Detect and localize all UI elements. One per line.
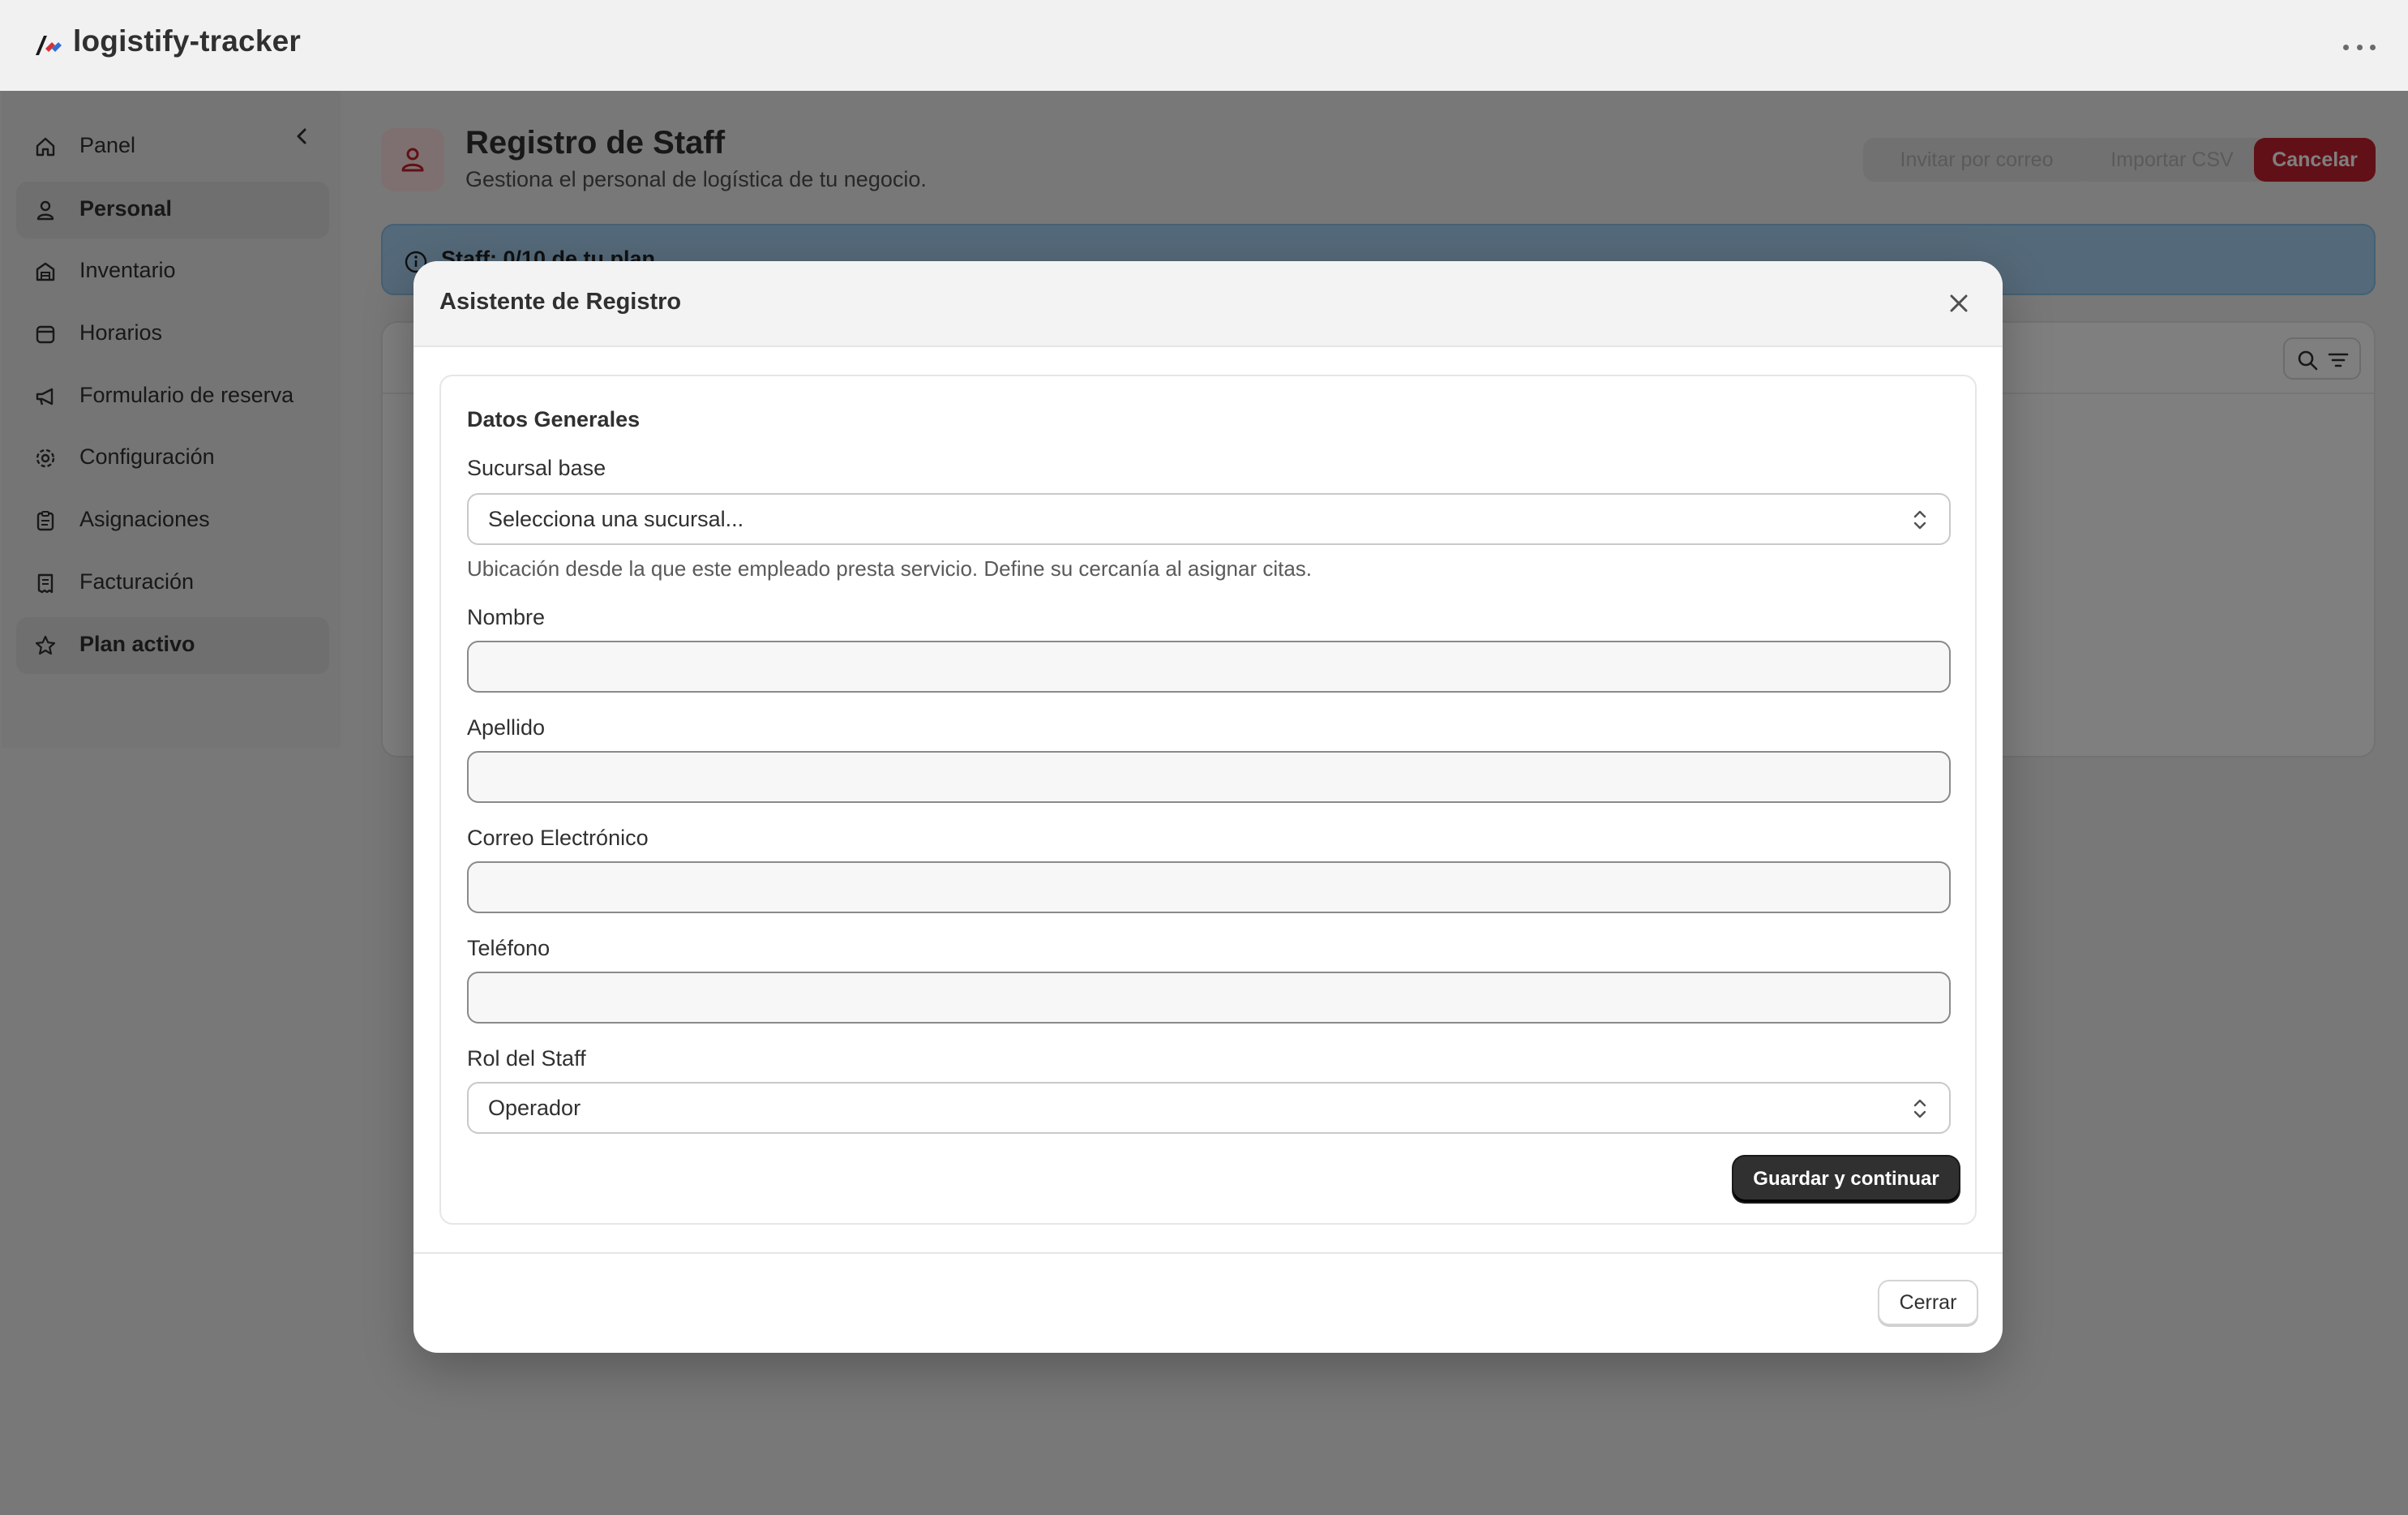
- role-select[interactable]: Operador: [467, 1082, 1951, 1134]
- modal-footer-divider: [413, 1252, 2003, 1254]
- last-name-label: Apellido: [467, 715, 546, 740]
- app-logo-icon: [32, 32, 65, 58]
- first-name-label: Nombre: [467, 605, 546, 629]
- role-select-value: Operador: [488, 1096, 581, 1120]
- app-title: logistify-tracker: [73, 24, 301, 58]
- email-field[interactable]: [467, 861, 1951, 913]
- branch-help-text: Ubicación desde la que este empleado pre…: [467, 556, 1313, 581]
- last-name-field[interactable]: [467, 751, 1951, 803]
- general-data-form: Datos Generales Sucursal base Selecciona…: [439, 375, 1977, 1225]
- close-button[interactable]: Cerrar: [1878, 1280, 1978, 1325]
- close-icon[interactable]: [1944, 289, 1973, 318]
- branch-select[interactable]: Selecciona una sucursal...: [467, 493, 1951, 545]
- select-chevrons-icon: [1910, 508, 1930, 536]
- section-title: Datos Generales: [467, 407, 641, 431]
- role-label: Rol del Staff: [467, 1046, 586, 1071]
- more-options-icon[interactable]: [2343, 36, 2376, 58]
- registration-wizard-modal: Asistente de Registro Datos Generales Su…: [413, 261, 2003, 1353]
- top-bar: logistify-tracker: [0, 0, 2408, 91]
- email-label: Correo Electrónico: [467, 826, 649, 850]
- branch-label: Sucursal base: [467, 456, 606, 480]
- phone-field[interactable]: [467, 972, 1951, 1024]
- first-name-field[interactable]: [467, 641, 1951, 693]
- modal-header: Asistente de Registro: [413, 261, 2003, 347]
- branch-select-value: Selecciona una sucursal...: [488, 507, 744, 531]
- modal-title: Asistente de Registro: [439, 289, 682, 315]
- phone-label: Teléfono: [467, 936, 551, 960]
- select-chevrons-icon: [1910, 1097, 1930, 1125]
- save-and-continue-button[interactable]: Guardar y continuar: [1733, 1157, 1959, 1202]
